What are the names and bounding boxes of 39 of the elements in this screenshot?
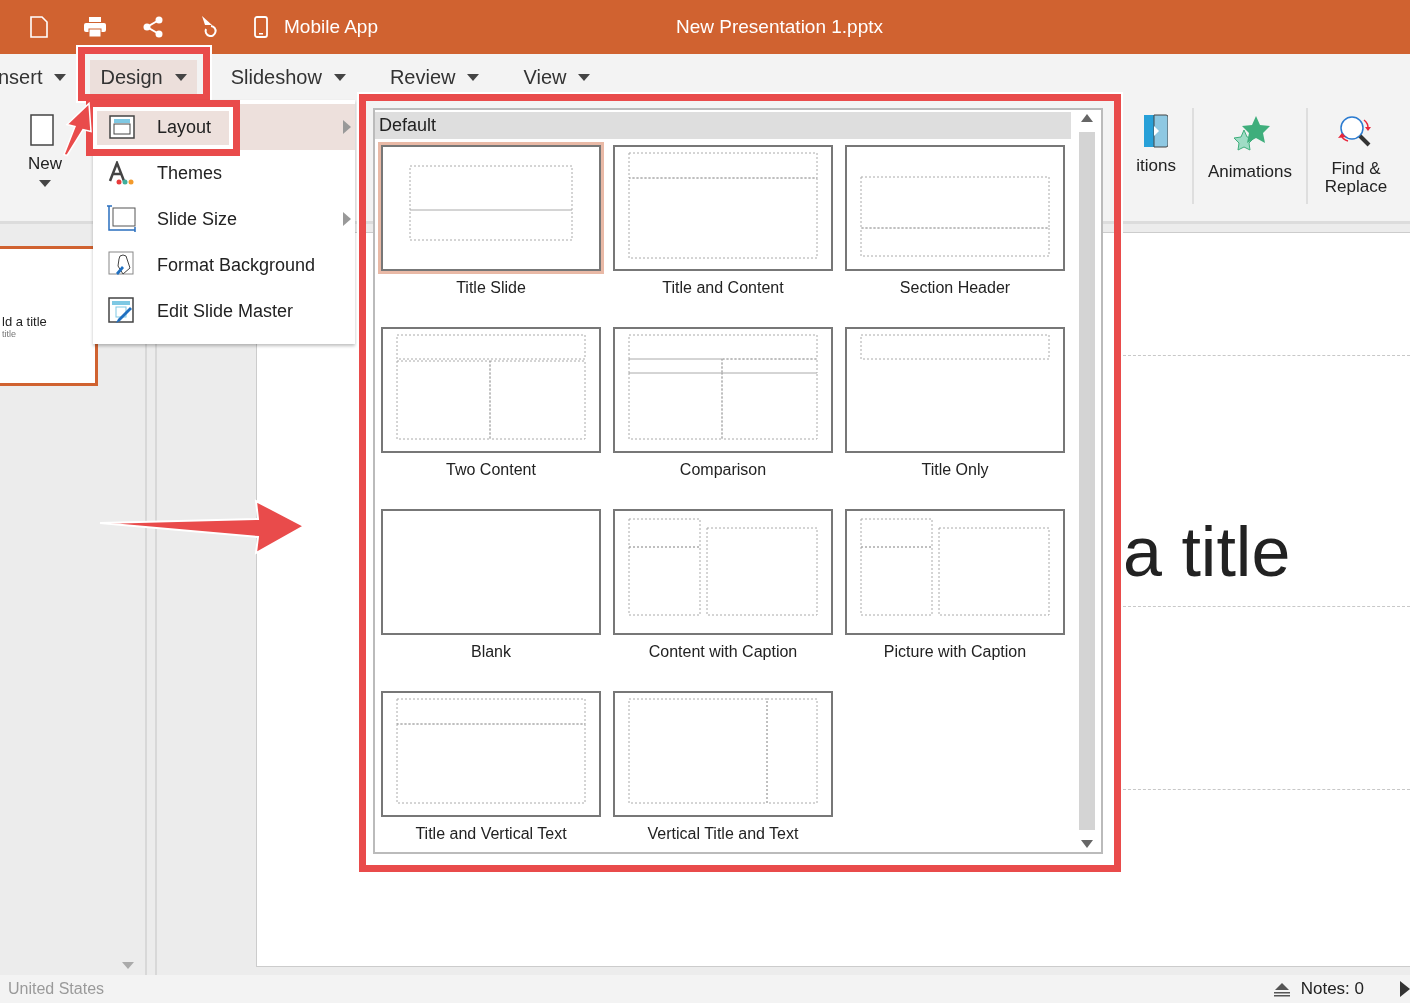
notes-toggle[interactable]: Notes: 0 bbox=[1300, 979, 1364, 999]
caret-icon bbox=[54, 73, 67, 81]
menu-tab[interactable]: Slideshow bbox=[220, 59, 356, 95]
menu-item[interactable]: Themes bbox=[93, 150, 355, 196]
thumbnail-subtitle: title bbox=[2, 328, 17, 339]
menu-tab[interactable]: nsert bbox=[0, 59, 69, 95]
gallery-group-header: Default bbox=[375, 112, 1071, 139]
slide-size-icon bbox=[107, 205, 137, 233]
find-replace-button[interactable]: Find & Replace bbox=[1308, 114, 1404, 196]
new-slide-button[interactable]: New bbox=[28, 114, 62, 187]
window-title: New Presentation 1.pptx bbox=[676, 16, 884, 38]
slide-title[interactable]: a title bbox=[1123, 516, 1291, 590]
thumbnail-title: ld a title bbox=[2, 313, 48, 329]
menu-item[interactable]: Slide Size bbox=[93, 196, 355, 242]
transitions-icon bbox=[1144, 114, 1169, 148]
transitions-button[interactable]: itions bbox=[1122, 114, 1192, 176]
print-icon[interactable] bbox=[84, 17, 106, 37]
share-icon[interactable] bbox=[142, 16, 164, 38]
menu-tab[interactable]: Review bbox=[379, 59, 490, 95]
scroll-down-icon[interactable] bbox=[1081, 840, 1093, 848]
slide-thumbnail[interactable]: ld a title title bbox=[0, 246, 98, 386]
new-document-icon[interactable] bbox=[30, 16, 48, 38]
caret-icon bbox=[39, 180, 51, 187]
phone-icon[interactable] bbox=[254, 16, 268, 38]
animations-button[interactable]: Animations bbox=[1193, 114, 1306, 182]
cursor-refresh-icon[interactable] bbox=[200, 15, 218, 39]
play-icon[interactable] bbox=[1400, 981, 1410, 997]
menu-tab[interactable]: View bbox=[513, 59, 601, 95]
caret-icon bbox=[333, 73, 346, 81]
notes-icon[interactable] bbox=[1272, 981, 1291, 997]
scroll-up-icon[interactable] bbox=[1081, 114, 1093, 122]
menu-tab[interactable]: Design bbox=[90, 59, 197, 95]
layout-icon bbox=[107, 115, 137, 139]
edit-master-icon bbox=[107, 297, 137, 325]
caret-icon bbox=[467, 73, 480, 81]
caret-icon bbox=[174, 73, 187, 81]
language-label: United States bbox=[7, 980, 105, 998]
mobile-app-label[interactable]: Mobile App bbox=[284, 16, 378, 38]
caret-icon bbox=[578, 73, 591, 81]
